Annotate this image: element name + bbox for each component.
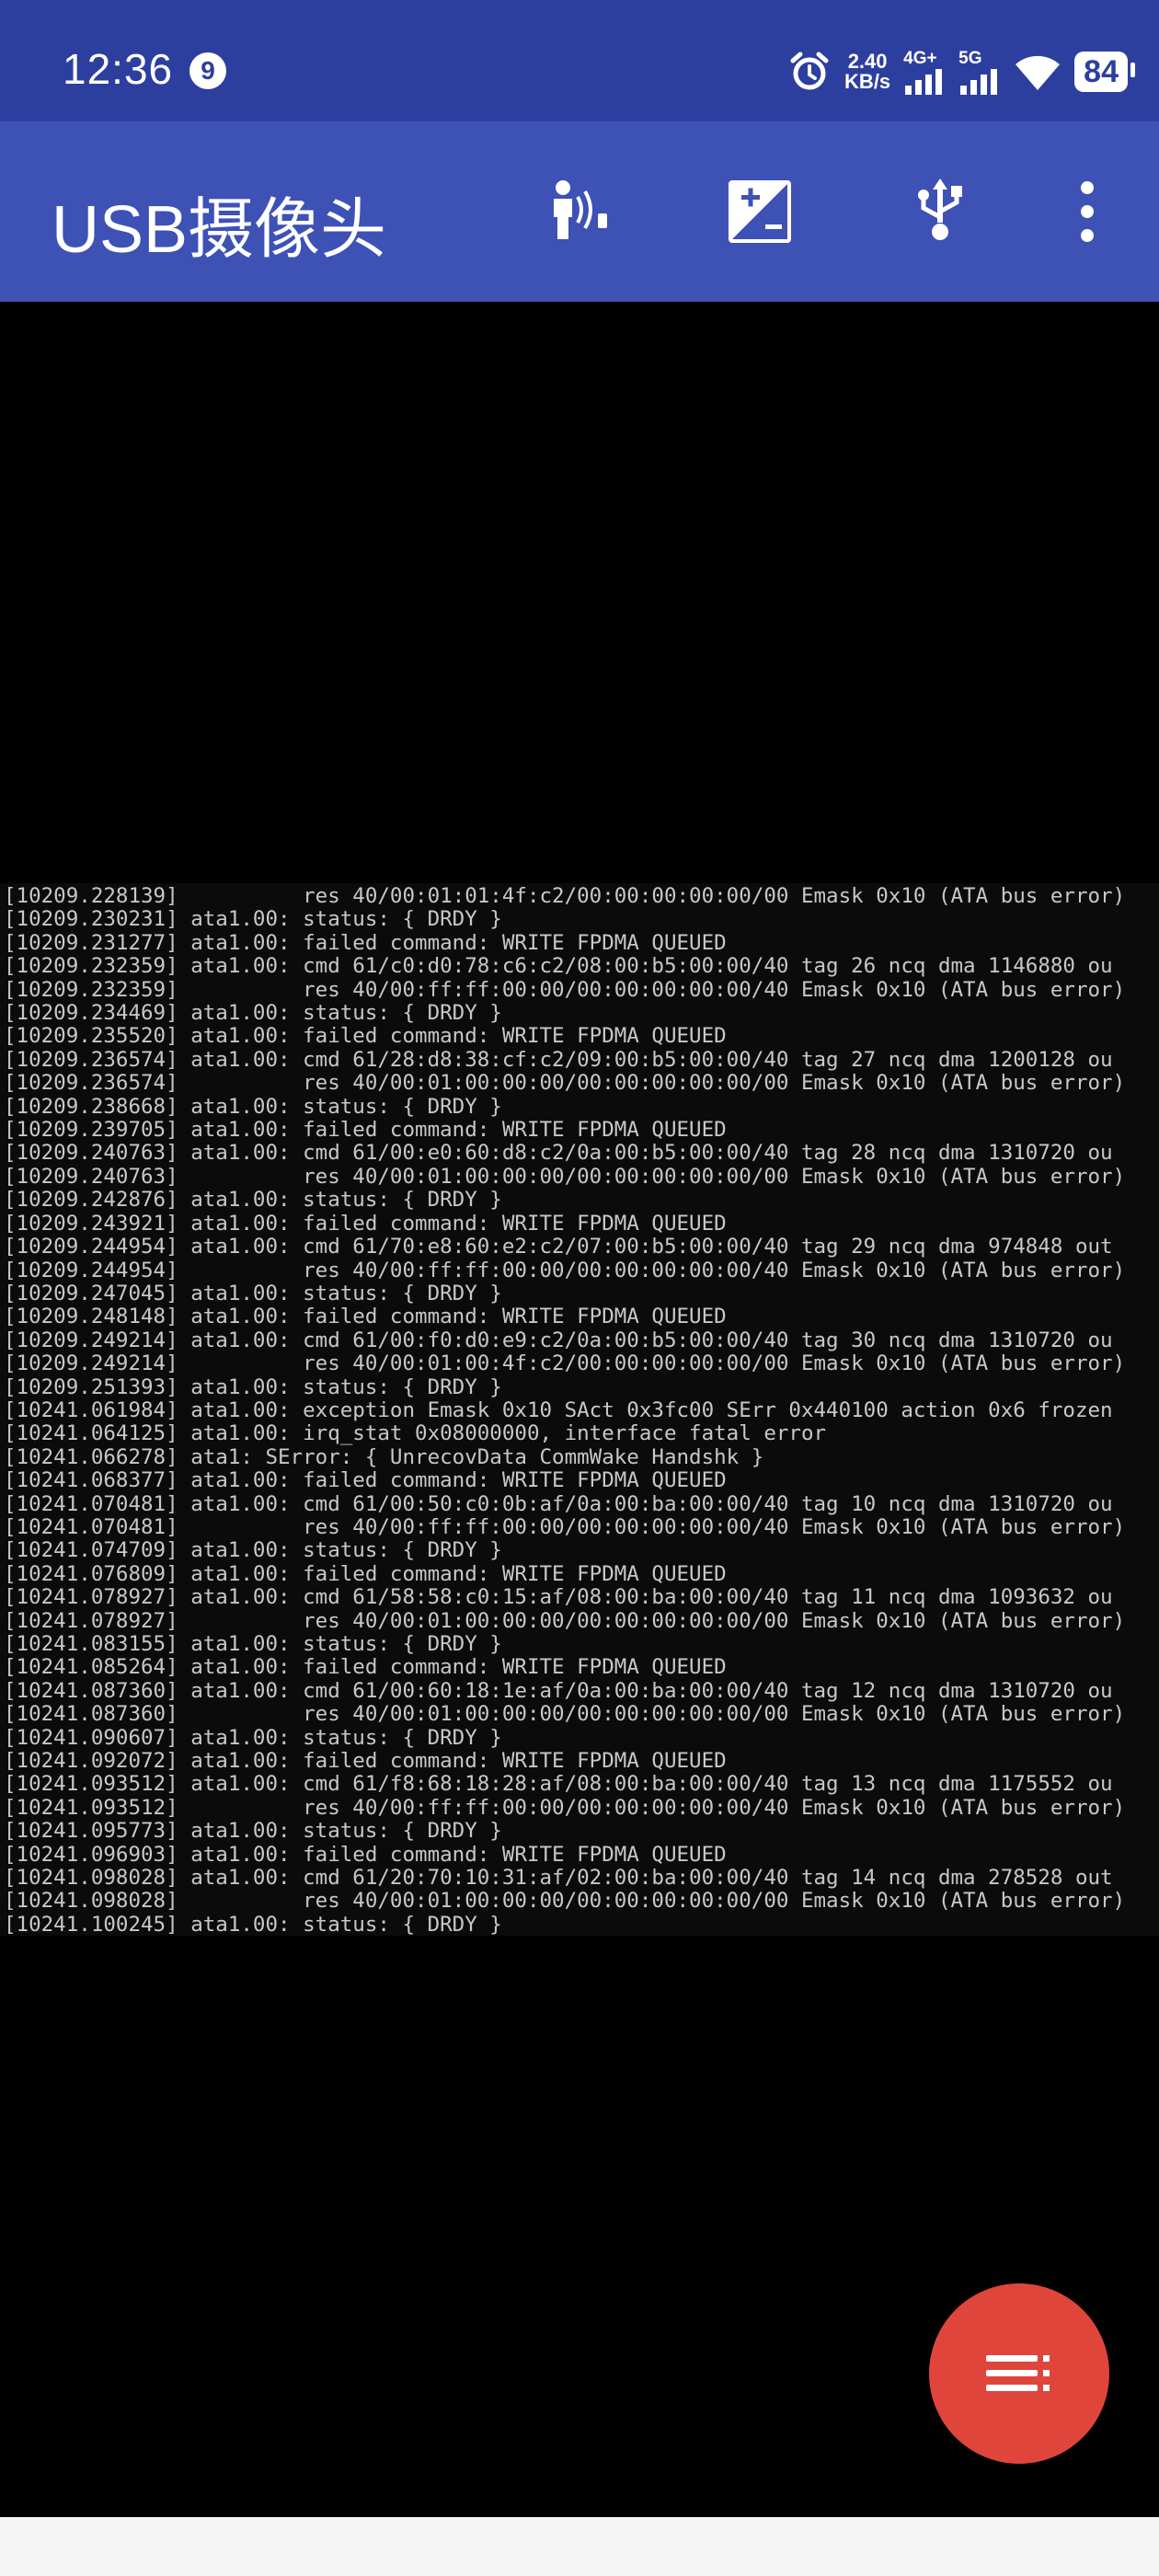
log-line: [10241.061984] ata1.00: exception Emask …	[4, 1397, 1113, 1422]
log-line: [10209.247045] ata1.00: status: { DRDY }	[4, 1281, 502, 1305]
log-line: [10209.235520] ata1.00: failed command: …	[4, 1024, 727, 1049]
log-line: [10241.076809] ata1.00: failed command: …	[4, 1561, 727, 1586]
log-line: [10241.078927] res 40/00:01:00:00:00/00:…	[4, 1608, 1126, 1633]
log-line: [10241.083155] ata1.00: status: { DRDY }	[4, 1632, 502, 1656]
log-line: [10209.230231] ata1.00: status: { DRDY }	[4, 907, 502, 932]
signal-strength-icon	[905, 69, 943, 95]
log-line: [10241.078927] ata1.00: cmd 61/58:58:c0:…	[4, 1585, 1113, 1610]
log-line: [10209.232359] ata1.00: cmd 61/c0:d0:78:…	[4, 954, 1113, 979]
signal-strength-icon	[960, 69, 998, 95]
alarm-icon	[790, 52, 829, 90]
log-line: [10209.234469] ata1.00: status: { DRDY }	[4, 1001, 502, 1026]
log-line: [10209.243921] ata1.00: failed command: …	[4, 1211, 727, 1236]
signal-5g: 5G	[958, 49, 1001, 95]
usb-button[interactable]	[903, 175, 977, 248]
log-line: [10241.066278] ata1: SError: { UnrecovDa…	[4, 1444, 764, 1469]
log-line: [10241.070481] ata1.00: cmd 61/00:50:c0:…	[4, 1491, 1113, 1516]
status-icons: 2.40 KB/s 4G+ 5G 84	[787, 46, 1135, 98]
menu-fab[interactable]	[929, 2283, 1109, 2464]
status-bar: 12:36 9 2.40 KB/s 4G+ 5G 84	[0, 0, 1159, 121]
log-line: [10209.228139] res 40/00:01:01:4f:c2/00:…	[4, 884, 1126, 908]
log-line: [10209.249214] ata1.00: cmd 61/00:f0:d0:…	[4, 1328, 1113, 1352]
log-line: [10209.239705] ata1.00: failed command: …	[4, 1118, 727, 1143]
exposure-button[interactable]	[723, 175, 797, 248]
log-line: [10209.236574] res 40/00:01:00:00:00/00:…	[4, 1071, 1126, 1096]
log-line: [10241.100245] ata1.00: status: { DRDY }	[4, 1912, 502, 1936]
log-line: [10241.098028] res 40/00:01:00:00:00/00:…	[4, 1889, 1126, 1914]
voice-control-button[interactable]	[543, 175, 616, 248]
exposure-icon	[729, 180, 791, 243]
speed-unit: KB/s	[844, 70, 891, 93]
log-line: [10241.090607] ata1.00: status: { DRDY }	[4, 1725, 502, 1750]
log-line: [10241.070481] res 40/00:ff:ff:00:00/00:…	[4, 1514, 1126, 1539]
log-line: [10209.249214] res 40/00:01:00:4f:c2/00:…	[4, 1351, 1126, 1376]
voice-control-icon	[554, 180, 607, 239]
navigation-bar	[0, 2517, 1159, 2576]
wifi-icon	[1016, 55, 1061, 90]
log-line: [10241.074709] ata1.00: status: { DRDY }	[4, 1538, 502, 1563]
log-line: [10241.093512] res 40/00:ff:ff:00:00/00:…	[4, 1795, 1126, 1820]
more-options-button[interactable]	[1050, 175, 1124, 248]
log-line: [10209.231277] ata1.00: failed command: …	[4, 930, 727, 955]
notification-count-badge: 9	[189, 52, 226, 89]
log-line: [10241.087360] res 40/00:01:00:00:00/00:…	[4, 1702, 1126, 1727]
camera-frame-log: [10209.228139] res 40/00:01:01:4f:c2/00:…	[0, 883, 1159, 1936]
log-line: [10241.087360] ata1.00: cmd 61/00:60:18:…	[4, 1678, 1113, 1703]
log-line: [10241.098028] ata1.00: cmd 61/20:70:10:…	[4, 1866, 1113, 1891]
log-line: [10241.064125] ata1.00: irq_stat 0x08000…	[4, 1421, 827, 1446]
log-line: [10209.240763] res 40/00:01:00:00:00/00:…	[4, 1164, 1126, 1189]
app-title: USB摄像头	[52, 193, 387, 267]
log-line: [10209.236574] ata1.00: cmd 61/28:d8:38:…	[4, 1047, 1113, 1072]
log-line: [10241.096903] ata1.00: failed command: …	[4, 1842, 727, 1867]
usb-icon	[918, 178, 962, 240]
log-line: [10209.240763] ata1.00: cmd 61/00:e0:60:…	[4, 1141, 1113, 1166]
speed-value: 2.40	[847, 50, 888, 73]
battery-level: 84	[1074, 52, 1135, 92]
log-line: [10209.248148] ata1.00: failed command: …	[4, 1305, 727, 1329]
log-line: [10209.232359] res 40/00:ff:ff:00:00/00:…	[4, 977, 1126, 1002]
log-line: [10209.238668] ata1.00: status: { DRDY }	[4, 1094, 502, 1119]
network-speed: 2.40 KB/s	[844, 52, 890, 92]
log-line: [10209.244954] ata1.00: cmd 61/70:e8:60:…	[4, 1235, 1113, 1259]
log-line: [10209.251393] ata1.00: status: { DRDY }	[4, 1374, 502, 1399]
log-line: [10209.244954] res 40/00:ff:ff:00:00/00:…	[4, 1258, 1126, 1282]
log-line: [10241.068377] ata1.00: failed command: …	[4, 1468, 727, 1493]
status-time: 12:36	[63, 45, 174, 93]
log-line: [10209.242876] ata1.00: status: { DRDY }	[4, 1188, 502, 1213]
network-type-4g: 4G+	[903, 49, 937, 68]
app-bar: USB摄像头	[0, 121, 1159, 302]
signal-4g: 4G+	[903, 49, 946, 95]
more-options-icon	[1081, 181, 1094, 242]
network-type-5g: 5G	[958, 49, 982, 68]
log-line: [10241.093512] ata1.00: cmd 61/f8:68:18:…	[4, 1772, 1113, 1797]
log-line: [10241.085264] ata1.00: failed command: …	[4, 1655, 727, 1680]
log-line: [10241.092072] ata1.00: failed command: …	[4, 1749, 727, 1774]
menu-list-icon	[986, 2355, 1050, 2391]
log-line: [10241.095773] ata1.00: status: { DRDY }	[4, 1819, 502, 1844]
